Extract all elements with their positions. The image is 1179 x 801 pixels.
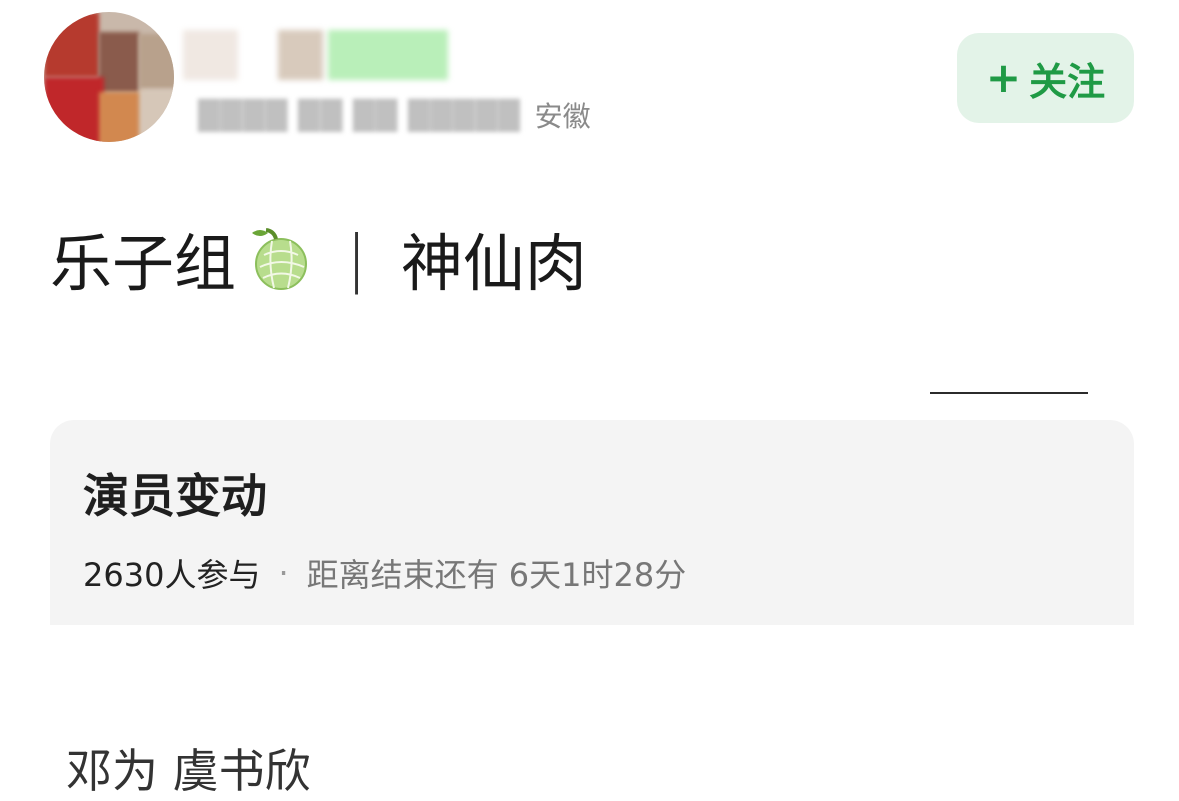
poll-card[interactable]: 演员变动 2630人参与 · 距离结束还有 6天1时28分 <box>50 420 1134 625</box>
post-title-right: 神仙肉 <box>400 227 587 300</box>
divider <box>930 392 1088 394</box>
follow-label: 关注 <box>1029 59 1106 104</box>
title-separator: | <box>346 221 367 295</box>
username-blurred[interactable] <box>183 30 463 80</box>
poll-countdown: 距离结束还有 6天1时28分 <box>306 556 687 594</box>
poll-meta-dot: · <box>278 554 289 592</box>
post-title-left: 乐子组 <box>50 227 237 300</box>
post-location: 安徽 <box>534 100 591 133</box>
poll-title: 演员变动 <box>83 469 267 523</box>
melon-icon <box>252 228 308 290</box>
follow-button[interactable]: + 关注 <box>957 33 1134 123</box>
avatar[interactable] <box>44 12 174 142</box>
post-body-text: 邓为 虞书欣 <box>66 744 311 798</box>
post-time-blurred: ████ ██ ██ █████ <box>198 98 521 132</box>
post-meta: ████ ██ ██ █████ 安徽 <box>198 96 591 134</box>
post-title: 乐子组 | 神仙肉 <box>50 218 587 301</box>
poll-participants: 2630人参与 <box>83 556 261 594</box>
plus-icon: + <box>985 53 1022 102</box>
poll-meta: 2630人参与 · 距离结束还有 6天1时28分 <box>83 550 686 596</box>
